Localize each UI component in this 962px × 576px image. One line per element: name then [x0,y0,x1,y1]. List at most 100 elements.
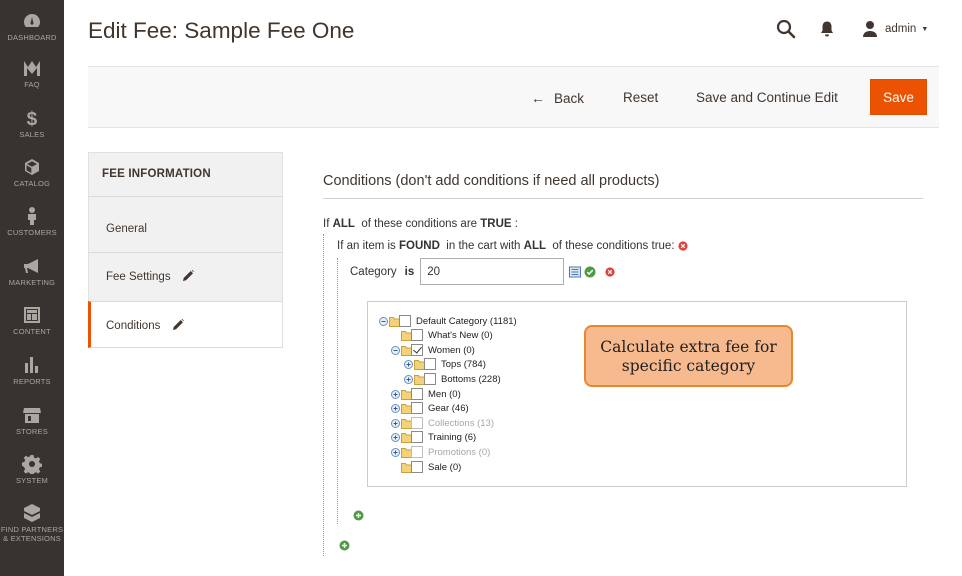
nav-item-catalog[interactable]: CATALOG [0,157,64,188]
tree-guide-line [323,234,324,556]
callout-line: Calculate extra fee for [600,338,777,356]
tree-node: Gear (46) [391,401,469,415]
tree-label: Sale (0) [428,461,462,473]
apply-check-icon[interactable] [584,266,596,278]
divider [323,198,923,199]
page-actions-bar: ← Back Reset Save and Continue Edit Save [88,66,939,128]
tree-checkbox[interactable] [411,329,423,341]
expand-icon[interactable] [391,403,400,413]
arrow-left-icon: ← [531,90,545,106]
tree-label: Bottoms (228) [441,373,501,385]
nav-item-dashboard[interactable]: DASHBOARD [0,11,64,42]
condition-found: If an item is FOUND in the cart with ALL… [337,240,688,252]
conditions-title: Conditions (don't add conditions if need… [323,173,660,189]
tree-checkbox[interactable] [411,402,423,414]
gear-icon [20,454,44,476]
nav-item-marketing[interactable]: MARKETING [0,256,64,287]
tree-checkbox[interactable] [424,373,436,385]
nav-item-partners[interactable]: FIND PARTNERS & EXTENSIONS [0,503,64,543]
save-button[interactable]: Save [870,79,927,115]
faq-icon [20,58,44,78]
expand-icon[interactable] [404,374,413,384]
nav-item-customers[interactable]: CUSTOMERS [0,206,64,237]
collapse-icon[interactable] [391,345,400,355]
tree-label: Gear (46) [428,402,469,414]
expand-icon[interactable] [404,359,413,369]
tree-node: Default Category (1181) [379,314,517,328]
nav-label: SYSTEM [15,476,49,485]
tree-node: Promotions (0) [391,445,490,459]
add-condition-icon[interactable] [353,510,364,521]
remove-condition-icon[interactable] [677,241,688,251]
tree-label: Tops (784) [441,358,486,370]
nav-item-system[interactable]: SYSTEM [0,454,64,485]
collapse-icon[interactable] [379,316,388,326]
condition-text: : [514,218,518,230]
back-button[interactable]: ← Back [531,67,584,129]
callout-annotation: Calculate extra fee for specific categor… [584,325,793,387]
layout-icon [20,305,44,325]
value-select[interactable]: TRUE [480,218,511,230]
nav-item-stores[interactable]: STORES [0,405,64,436]
chooser-list-icon[interactable] [569,266,582,278]
aggregator-select[interactable]: ALL [333,218,355,230]
nav-label: & EXTENSIONS [3,534,61,543]
nav-item-faq[interactable]: FAQ [0,58,64,89]
tree-checkbox-checked[interactable] [411,344,423,356]
expand-icon[interactable] [391,418,400,428]
tree-node: Collections (13) [391,416,494,430]
bar-chart-icon [20,355,44,375]
remove-condition-icon[interactable] [605,266,615,277]
tree-checkbox[interactable] [411,446,423,458]
tree-label: Default Category (1181) [416,315,517,327]
tree-label: Promotions (0) [428,446,491,458]
save-and-continue-button[interactable]: Save and Continue Edit [696,67,838,129]
tab-label: Fee Settings [106,271,171,283]
tree-label: Collections (13) [428,417,494,429]
nav-label: SALES [19,130,45,139]
aggregator-select[interactable]: ALL [524,240,546,252]
box-icon [20,503,44,523]
nav-item-content[interactable]: CONTENT [0,305,64,336]
user-menu[interactable]: admin ▼ [862,19,928,39]
tree-checkbox[interactable] [411,431,423,443]
tabs-heading: FEE INFORMATION [88,152,283,196]
tree-label: Women (0) [428,344,475,356]
nav-label: MARKETING [8,278,56,287]
condition-text: If [323,218,330,230]
tree-node: What's New (0) [401,328,493,342]
found-select[interactable]: FOUND [399,240,440,252]
operator-select[interactable]: is [405,266,415,278]
nav-item-reports[interactable]: REPORTS [0,355,64,386]
add-condition-icon[interactable] [339,540,350,551]
tab-conditions[interactable]: Conditions [88,301,283,348]
expand-icon[interactable] [391,389,400,399]
category-value-input[interactable] [420,258,565,285]
nav-label: CATALOG [13,179,51,188]
tree-label: Men (0) [428,388,461,400]
tree-checkbox[interactable] [411,417,423,429]
reset-button[interactable]: Reset [623,67,658,129]
tree-checkbox[interactable] [399,315,411,327]
pencil-icon [182,254,194,281]
category-condition: Category is [350,258,615,285]
callout-line: specific category [621,357,756,375]
tab-fee-settings[interactable]: Fee Settings [88,252,283,301]
condition-root: If ALL of these conditions are TRUE : [323,218,518,230]
nav-item-sales[interactable]: $ SALES [0,108,64,139]
tree-node: Tops (784) [404,357,486,371]
tree-checkbox[interactable] [411,461,423,473]
search-icon[interactable] [776,19,796,39]
expand-icon[interactable] [391,447,400,457]
tree-checkbox[interactable] [424,358,436,370]
nav-label: FAQ [24,80,40,89]
tree-checkbox[interactable] [411,388,423,400]
bell-icon[interactable] [819,20,835,38]
page-title: Edit Fee: Sample Fee One [88,18,355,43]
nav-label: CONTENT [13,327,51,336]
fee-information-tabs: FEE INFORMATION General Fee Settings Con… [88,152,283,352]
nav-label: REPORTS [13,377,51,386]
cube-icon [20,157,44,177]
expand-icon[interactable] [391,432,400,442]
tab-general[interactable]: General [88,196,283,252]
